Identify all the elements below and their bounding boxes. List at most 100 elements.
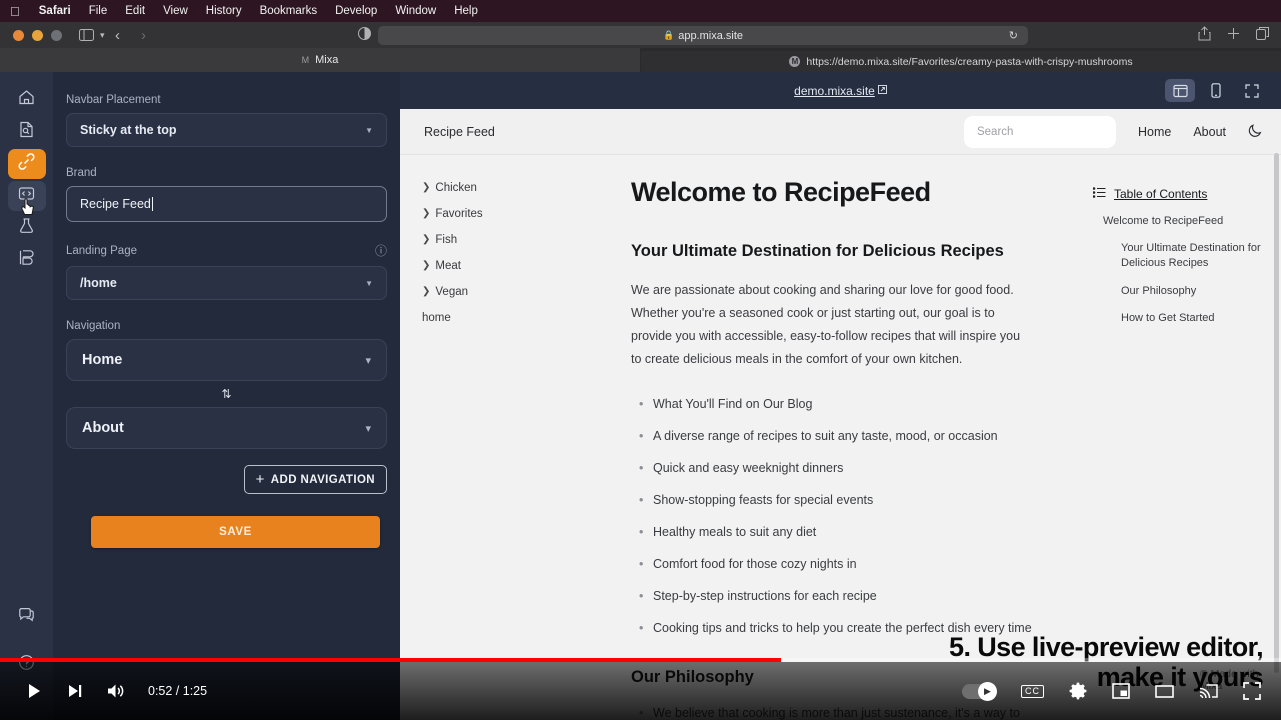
chevron-down-icon: ▾ (365, 354, 371, 367)
brand-input[interactable]: Recipe Feed (66, 186, 387, 222)
chevron-right-icon: ❯ (422, 260, 431, 271)
apple-menu-icon[interactable]:  (10, 5, 20, 18)
toc-link-get-started[interactable]: How to Get Started (1121, 311, 1271, 326)
play-button[interactable] (24, 681, 44, 701)
swap-arrows-icon: ⇅ (221, 387, 232, 401)
minimize-window-button[interactable] (32, 29, 43, 41)
site-scrollbar[interactable] (1274, 153, 1279, 673)
rail-item-links[interactable] (7, 149, 46, 179)
cast-button[interactable] (1199, 683, 1218, 699)
rail-item-feedback[interactable] (8, 602, 46, 632)
sidebar-item-label: Chicken (435, 182, 477, 194)
sidebar-item-label: Vegan (435, 286, 469, 298)
theater-button[interactable] (1155, 684, 1174, 699)
info-icon[interactable]: ⓘ (375, 242, 387, 259)
demo-site-link[interactable]: demo.mixa.site (794, 84, 887, 98)
site-nav-link-about[interactable]: About (1193, 125, 1226, 139)
back-button[interactable]: ‹ (105, 27, 131, 44)
brand-label: Brand (66, 167, 97, 179)
lock-icon: 🔒 (662, 30, 675, 40)
toc-link-destination[interactable]: Your Ultimate Destination for Delicious … (1121, 241, 1271, 272)
site-nav-link-home[interactable]: Home (1138, 125, 1171, 139)
sidebar-item-fish[interactable]: ❯ Fish (422, 234, 615, 246)
add-navigation-button[interactable]: + ADD NAVIGATION (243, 465, 387, 494)
close-window-button[interactable] (13, 29, 24, 41)
sidebar-toggle-icon[interactable] (79, 29, 94, 41)
autoplay-toggle[interactable]: ▶ (962, 681, 997, 701)
new-tab-icon[interactable] (1227, 27, 1240, 40)
rail-item-home[interactable] (8, 85, 46, 115)
share-icon[interactable] (1198, 26, 1211, 41)
menu-item-help[interactable]: Help (445, 5, 487, 17)
chevron-right-icon: ❯ (422, 234, 431, 245)
site-preview-frame: Recipe Feed Search Home About ❯ Chicken … (400, 109, 1281, 720)
landing-page-select[interactable]: /home ▼ (66, 266, 387, 300)
page-title: Welcome to RecipeFeed (631, 177, 931, 207)
moon-icon[interactable] (1248, 123, 1263, 141)
toc-link-philosophy[interactable]: Our Philosophy (1121, 284, 1271, 299)
sidebar-item-vegan[interactable]: ❯ Vegan (422, 286, 615, 298)
maximize-window-button[interactable] (51, 29, 62, 41)
sidebar-item-chicken[interactable]: ❯ Chicken (422, 182, 615, 194)
menu-item-safari[interactable]: Safari (30, 5, 80, 17)
toc-link-welcome[interactable]: Welcome to RecipeFeed (1103, 215, 1271, 227)
sidebar-item-meat[interactable]: ❯ Meat (422, 260, 615, 272)
settings-button[interactable] (1069, 682, 1087, 700)
live-preview: demo.mixa.site Recipe Feed Search Home A… (400, 72, 1281, 720)
captions-button[interactable]: CC (1021, 684, 1044, 698)
flask-icon (18, 217, 35, 239)
rail-item-lab[interactable] (8, 213, 46, 243)
window-controls[interactable] (13, 29, 62, 41)
save-button[interactable]: SAVE (91, 516, 380, 548)
sidebar-item-favorites[interactable]: ❯ Favorites (422, 208, 615, 220)
menu-item-file[interactable]: File (80, 5, 117, 17)
menu-item-view[interactable]: View (154, 5, 197, 17)
toc-title[interactable]: Table of Contents (1114, 187, 1207, 201)
navigation-label: Navigation (66, 320, 121, 332)
chevron-down-icon: ▼ (365, 278, 373, 288)
menu-item-bookmarks[interactable]: Bookmarks (251, 5, 327, 17)
browser-tab-mixa[interactable]: M Mixa (0, 48, 641, 72)
navbar-placement-select[interactable]: Sticky at the top ▼ (66, 113, 387, 147)
landing-page-value: /home (80, 276, 117, 290)
reader-contrast-icon[interactable] (358, 27, 371, 40)
menu-item-edit[interactable]: Edit (116, 5, 154, 17)
rail-item-pages[interactable] (8, 117, 46, 147)
tab-overview-icon[interactable] (1256, 27, 1269, 40)
menu-item-history[interactable]: History (197, 5, 251, 17)
add-navigation-label: ADD NAVIGATION (270, 473, 375, 486)
next-button[interactable] (66, 682, 84, 700)
rail-item-theme[interactable] (8, 245, 46, 275)
chevron-down-icon: ▼ (365, 125, 373, 135)
list-item: Quick and easy weeknight dinners (631, 458, 1061, 478)
list-item: Step-by-step instructions for each recip… (631, 586, 1061, 606)
miniplayer-button[interactable] (1112, 683, 1130, 699)
forward-button[interactable]: › (131, 27, 157, 44)
brand-value: Recipe Feed (80, 197, 151, 211)
reorder-handle[interactable]: ⇅ (66, 381, 387, 407)
toolbar-right-actions (1198, 26, 1269, 41)
sidebar-item-label: home (422, 312, 451, 324)
reload-icon[interactable]: ↻ (1009, 29, 1018, 42)
menu-item-window[interactable]: Window (386, 5, 445, 17)
tab-title: Mixa (315, 54, 339, 66)
list-item: A diverse range of recipes to suit any t… (631, 426, 1061, 446)
desktop-view-toggle[interactable] (1165, 79, 1195, 102)
address-bar[interactable]: 🔒 app.mixa.site ↻ (378, 26, 1028, 45)
menu-item-develop[interactable]: Develop (326, 5, 386, 17)
fullscreen-button[interactable] (1243, 682, 1261, 700)
sidebar-item-home[interactable]: home (422, 312, 615, 324)
site-search-input[interactable]: Search (963, 115, 1116, 148)
nav-row-home[interactable]: Home ▾ (66, 339, 387, 381)
volume-button[interactable] (106, 682, 126, 700)
intro-paragraph: We are passionate about cooking and shar… (631, 283, 1021, 367)
list-item: What You'll Find on Our Blog (631, 394, 1061, 414)
fullscreen-toggle[interactable] (1237, 79, 1267, 102)
nav-row-home-label: Home (82, 352, 123, 368)
sidebar-item-label: Favorites (435, 208, 483, 220)
nav-row-about[interactable]: About ▾ (66, 407, 387, 449)
mobile-view-toggle[interactable] (1201, 79, 1231, 102)
site-search-placeholder: Search (976, 125, 1014, 138)
landing-page-label-row: Landing Page ⓘ (66, 242, 387, 259)
